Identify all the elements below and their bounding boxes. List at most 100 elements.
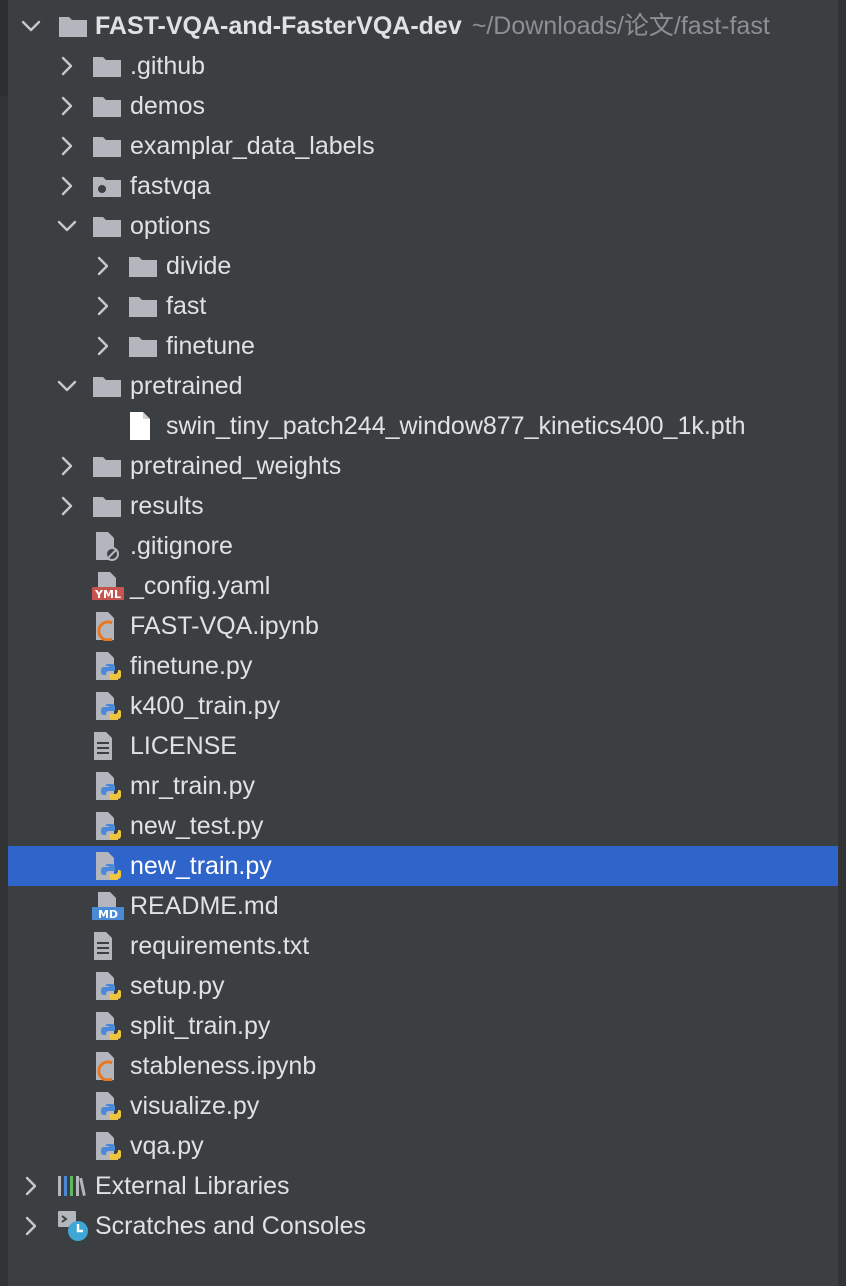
tree-item-finetune[interactable]: finetune bbox=[8, 326, 838, 366]
chevron-right-icon[interactable] bbox=[56, 486, 78, 526]
text-file-icon bbox=[92, 726, 128, 766]
tree-item-setup-py[interactable]: setup.py bbox=[8, 966, 838, 1006]
python-file-icon bbox=[92, 1006, 128, 1046]
tree-item-label: finetune bbox=[166, 332, 255, 360]
text-file-icon bbox=[92, 926, 128, 966]
tree-item-label: stableness.ipynb bbox=[130, 1052, 317, 1080]
chevron-right-icon[interactable] bbox=[56, 446, 78, 486]
folder-icon bbox=[92, 126, 128, 166]
tree-item-gitignore[interactable]: .gitignore bbox=[8, 526, 838, 566]
right-edge-strip bbox=[838, 0, 846, 1286]
root-label-group: FAST-VQA-and-FasterVQA-dev ~/Downloads/论文… bbox=[95, 6, 770, 46]
tree-item-external-libraries[interactable]: External Libraries bbox=[8, 1166, 838, 1206]
chevron-right-icon[interactable] bbox=[56, 126, 78, 166]
notebook-file-icon bbox=[92, 1046, 128, 1086]
svg-text:MD: MD bbox=[98, 908, 118, 921]
folder-icon bbox=[92, 446, 128, 486]
tree-item-label: pretrained_weights bbox=[130, 452, 342, 480]
tree-item-license[interactable]: LICENSE bbox=[8, 726, 838, 766]
tree-item-label: k400_train.py bbox=[130, 692, 281, 720]
tree-item-examplar-data-labels[interactable]: examplar_data_labels bbox=[8, 126, 838, 166]
folder-icon bbox=[92, 206, 128, 246]
left-edge-nub bbox=[0, 0, 8, 96]
scratches-icon bbox=[56, 1206, 92, 1246]
python-file-icon bbox=[92, 966, 128, 1006]
tree-item-mr-train-py[interactable]: mr_train.py bbox=[8, 766, 838, 806]
tree-item-fast-vqa-ipynb[interactable]: FAST-VQA.ipynb bbox=[8, 606, 838, 646]
root-path: ~/Downloads/论文/fast-fast bbox=[471, 12, 770, 40]
tree-item-divide[interactable]: divide bbox=[8, 246, 838, 286]
tree-item-readme-md[interactable]: MD README.md bbox=[8, 886, 838, 926]
tree-item-stableness-ipynb[interactable]: stableness.ipynb bbox=[8, 1046, 838, 1086]
python-file-icon bbox=[92, 846, 128, 886]
folder-icon bbox=[128, 286, 164, 326]
tree-item-label: results bbox=[130, 492, 204, 520]
tree-item-label: README.md bbox=[130, 892, 279, 920]
tree-item-label: FAST-VQA.ipynb bbox=[130, 612, 319, 640]
folder-icon bbox=[58, 6, 94, 46]
tree-item-github[interactable]: .github bbox=[8, 46, 838, 86]
python-file-icon bbox=[92, 766, 128, 806]
tree-item-swin-tiny-patch244-window877-kinetics400-1k-pth[interactable]: swin_tiny_patch244_window877_kinetics400… bbox=[8, 406, 838, 446]
tree-item-finetune-py[interactable]: finetune.py bbox=[8, 646, 838, 686]
folder-icon bbox=[128, 246, 164, 286]
tree-item-new-test-py[interactable]: new_test.py bbox=[8, 806, 838, 846]
tree-item-label: .gitignore bbox=[130, 532, 233, 560]
tree-item-config-yaml[interactable]: YML _config.yaml bbox=[8, 566, 838, 606]
tree-item-label: _config.yaml bbox=[130, 572, 271, 600]
chevron-down-icon[interactable] bbox=[56, 206, 78, 246]
tree-item-label: swin_tiny_patch244_window877_kinetics400… bbox=[166, 412, 746, 440]
tree-item-fastvqa[interactable]: fastvqa bbox=[8, 166, 838, 206]
folder-icon bbox=[92, 46, 128, 86]
chevron-right-icon[interactable] bbox=[56, 86, 78, 126]
tree-item-label: demos bbox=[130, 92, 206, 120]
folder-icon bbox=[92, 486, 128, 526]
tree-item-visualize-py[interactable]: visualize.py bbox=[8, 1086, 838, 1126]
chevron-right-icon[interactable] bbox=[56, 46, 78, 86]
yaml-file-icon: YML bbox=[92, 566, 128, 606]
chevron-right-icon[interactable] bbox=[92, 246, 114, 286]
tree-item-label: examplar_data_labels bbox=[130, 132, 375, 160]
folder-icon bbox=[92, 86, 128, 126]
tree-item-label: pretrained bbox=[130, 372, 243, 400]
tree-item-k400-train-py[interactable]: k400_train.py bbox=[8, 686, 838, 726]
tree-item-demos[interactable]: demos bbox=[8, 86, 838, 126]
tree-item-requirements-txt[interactable]: requirements.txt bbox=[8, 926, 838, 966]
chevron-right-icon[interactable] bbox=[20, 1206, 42, 1246]
tree-item-label: new_train.py bbox=[130, 852, 272, 880]
chevron-right-icon[interactable] bbox=[56, 166, 78, 206]
project-tree: FAST-VQA-and-FasterVQA-dev ~/Downloads/论文… bbox=[8, 6, 838, 1246]
markdown-file-icon: MD bbox=[92, 886, 128, 926]
gitignore-file-icon bbox=[92, 526, 128, 566]
chevron-right-icon[interactable] bbox=[92, 326, 114, 366]
tree-item-scratches-and-consoles[interactable]: Scratches and Consoles bbox=[8, 1206, 838, 1246]
tree-item-label: mr_train.py bbox=[130, 772, 256, 800]
python-file-icon bbox=[92, 1126, 128, 1166]
chevron-down-icon[interactable] bbox=[20, 6, 42, 46]
tree-item-pretrained[interactable]: pretrained bbox=[8, 366, 838, 406]
tree-item-fast[interactable]: fast bbox=[8, 286, 838, 326]
folder-icon bbox=[128, 326, 164, 366]
python-file-icon bbox=[92, 646, 128, 686]
tree-item-label: External Libraries bbox=[95, 1172, 290, 1200]
python-file-icon bbox=[92, 806, 128, 846]
tree-item-label: Scratches and Consoles bbox=[95, 1212, 366, 1240]
tree-item-label: finetune.py bbox=[130, 652, 253, 680]
tree-item-label: requirements.txt bbox=[130, 932, 310, 960]
tree-item-results[interactable]: results bbox=[8, 486, 838, 526]
tree-item-label: visualize.py bbox=[130, 1092, 260, 1120]
tree-root-row[interactable]: FAST-VQA-and-FasterVQA-dev ~/Downloads/论文… bbox=[8, 6, 838, 46]
chevron-right-icon[interactable] bbox=[92, 286, 114, 326]
tree-item-label: divide bbox=[166, 252, 232, 280]
libraries-icon bbox=[56, 1166, 92, 1206]
tree-item-options[interactable]: options bbox=[8, 206, 838, 246]
tree-item-new-train-py[interactable]: new_train.py bbox=[8, 846, 838, 886]
tree-item-vqa-py[interactable]: vqa.py bbox=[8, 1126, 838, 1166]
left-edge-strip bbox=[0, 0, 8, 1286]
tree-item-split-train-py[interactable]: split_train.py bbox=[8, 1006, 838, 1046]
chevron-down-icon[interactable] bbox=[56, 366, 78, 406]
tree-item-label: split_train.py bbox=[130, 1012, 271, 1040]
tree-item-pretrained-weights[interactable]: pretrained_weights bbox=[8, 446, 838, 486]
tree-item-label: vqa.py bbox=[130, 1132, 204, 1160]
chevron-right-icon[interactable] bbox=[20, 1166, 42, 1206]
